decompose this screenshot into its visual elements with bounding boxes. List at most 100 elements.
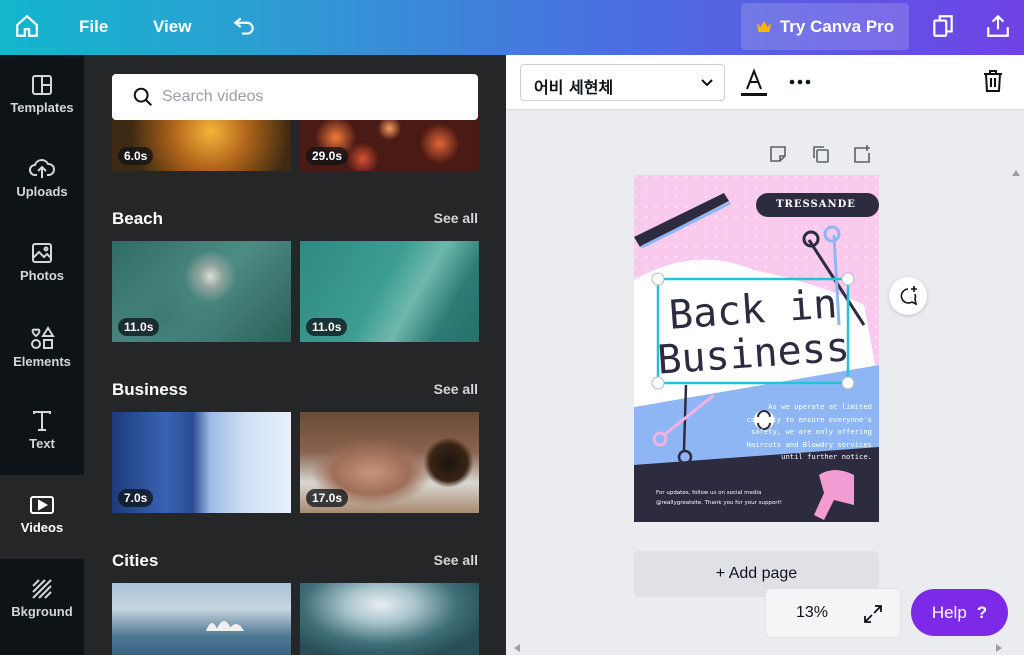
body-line: Haircuts and Blowdry services: [746, 439, 873, 449]
see-all-beach[interactable]: See all: [434, 210, 478, 226]
scroll-right-arrow-icon: [996, 644, 1002, 652]
comment-add-icon: [900, 286, 918, 306]
add-page-icon: [854, 145, 870, 163]
sidebar-item-label: Videos: [20, 520, 64, 535]
background-icon: [32, 579, 52, 599]
text-icon: [33, 411, 51, 431]
sidebar-item-text[interactable]: Text: [0, 391, 84, 475]
crown-icon: [756, 20, 771, 32]
sidebar-item-label: Bkground: [11, 604, 73, 619]
help-label: Help: [931, 602, 967, 622]
video-thumbnail[interactable]: [300, 583, 479, 655]
sidebar-item-uploads[interactable]: Uploads: [0, 139, 84, 223]
text-color-button[interactable]: [740, 67, 768, 99]
font-name: 어비 세현체: [534, 78, 614, 97]
body-line: capacity to ensure everyone's: [746, 414, 873, 424]
horizontal-scrollbar[interactable]: [506, 640, 1024, 655]
brand-label: TRESSANDE: [776, 199, 856, 210]
add-page-icon-button[interactable]: [852, 144, 872, 164]
templates-icon: [32, 75, 52, 95]
duplicate-icon: [813, 146, 829, 163]
undo-button[interactable]: [231, 13, 257, 39]
footer-line1: For updates, follow us on social media: [656, 490, 762, 496]
body-line: until further notice.: [781, 452, 872, 461]
fullscreen-button[interactable]: [863, 604, 883, 624]
text-color-icon: [741, 68, 767, 96]
more-dots-icon: [789, 79, 811, 85]
expand-icon: [864, 605, 882, 623]
resize-button[interactable]: [930, 13, 956, 39]
sidebar: Templates Uploads Photos Elements Text V…: [0, 55, 84, 655]
video-duration: 29.0s: [306, 147, 349, 165]
design-page[interactable]: TRESSANDE Back in Business As we operate…: [634, 175, 879, 522]
share-button[interactable]: [985, 13, 1011, 39]
add-comment-button[interactable]: [889, 277, 927, 315]
sidebar-item-label: Text: [29, 436, 55, 451]
home-button[interactable]: [14, 13, 40, 39]
file-menu[interactable]: File: [79, 17, 108, 37]
see-all-business[interactable]: See all: [434, 381, 478, 397]
video-duration: 11.0s: [118, 318, 160, 336]
upload-cloud-icon: [29, 159, 55, 178]
editor-toolbar: 어비 세현체: [506, 55, 1024, 110]
search-icon: [133, 87, 152, 106]
sidebar-item-label: Elements: [13, 354, 71, 369]
note-icon: [770, 146, 786, 162]
see-all-cities[interactable]: See all: [434, 552, 478, 568]
more-options-button[interactable]: [788, 71, 814, 93]
video-duration: 17.0s: [306, 489, 349, 507]
scroll-up-arrow-icon: [1012, 170, 1020, 176]
zoom-level[interactable]: 13%: [796, 604, 828, 622]
section-title-cities: Cities: [112, 551, 159, 570]
video-thumbnail[interactable]: 7.0s: [112, 412, 291, 513]
sidebar-item-videos[interactable]: Videos: [0, 475, 84, 559]
duplicate-page-button[interactable]: [811, 144, 831, 164]
scroll-left-arrow-icon: [514, 644, 520, 652]
font-dropdown[interactable]: 어비 세현체: [520, 64, 725, 101]
section-title-beach: Beach: [112, 209, 164, 228]
share-upload-icon: [987, 14, 1009, 37]
search-box: [112, 74, 478, 120]
trash-icon: [984, 70, 1002, 92]
body-line: safety, we are only offering: [750, 427, 872, 436]
help-icon: ?: [976, 602, 988, 622]
videos-panel: 6.0s 29.0s Beach See all 11.0s 11.0s Bus…: [84, 55, 506, 655]
help-button[interactable]: Help ?: [911, 589, 1008, 636]
home-icon: [16, 14, 38, 37]
vertical-scrollbar[interactable]: [1008, 110, 1024, 640]
body-text: As we operate at limited capacity to ens…: [732, 401, 873, 464]
sidebar-item-label: Photos: [19, 268, 65, 283]
delete-button[interactable]: [981, 68, 1007, 96]
footer-line2: @reallygreatsite. Thank you for your sup…: [656, 500, 782, 506]
opera-house-illustration: [206, 621, 244, 631]
video-thumbnail[interactable]: [112, 583, 291, 655]
video-thumbnail[interactable]: 11.0s: [300, 241, 479, 342]
copy-pages-icon: [933, 15, 953, 37]
sidebar-item-label: Uploads: [16, 184, 68, 199]
video-duration: 6.0s: [118, 147, 154, 165]
sidebar-item-elements[interactable]: Elements: [0, 307, 84, 391]
body-line: As we operate at limited: [768, 402, 872, 411]
sidebar-item-templates[interactable]: Templates: [0, 55, 84, 139]
shapes-icon: [31, 326, 55, 349]
top-bar: File View Try Canva Pro: [0, 0, 1024, 55]
editor-area: 어비 세현체 TRESSANDE Back in Business As we …: [506, 55, 1024, 655]
try-pro-button[interactable]: Try Canva Pro: [741, 3, 909, 50]
video-icon: [30, 496, 54, 514]
chevron-down-icon: [701, 79, 713, 87]
zoom-control: 13%: [765, 588, 901, 638]
undo-icon: [233, 17, 254, 35]
sidebar-item-label: Templates: [10, 100, 74, 115]
video-duration: 7.0s: [118, 489, 154, 507]
section-title-business: Business: [112, 380, 188, 399]
video-thumbnail[interactable]: 11.0s: [112, 241, 291, 342]
sidebar-item-background[interactable]: Bkground: [0, 559, 84, 643]
search-input[interactable]: [162, 74, 462, 120]
try-pro-label: Try Canva Pro: [779, 16, 895, 36]
sidebar-item-photos[interactable]: Photos: [0, 223, 84, 307]
video-duration: 11.0s: [306, 318, 348, 336]
video-thumbnail[interactable]: 17.0s: [300, 412, 479, 513]
photo-icon: [32, 243, 52, 263]
view-menu[interactable]: View: [153, 17, 191, 37]
add-note-button[interactable]: [768, 144, 788, 164]
